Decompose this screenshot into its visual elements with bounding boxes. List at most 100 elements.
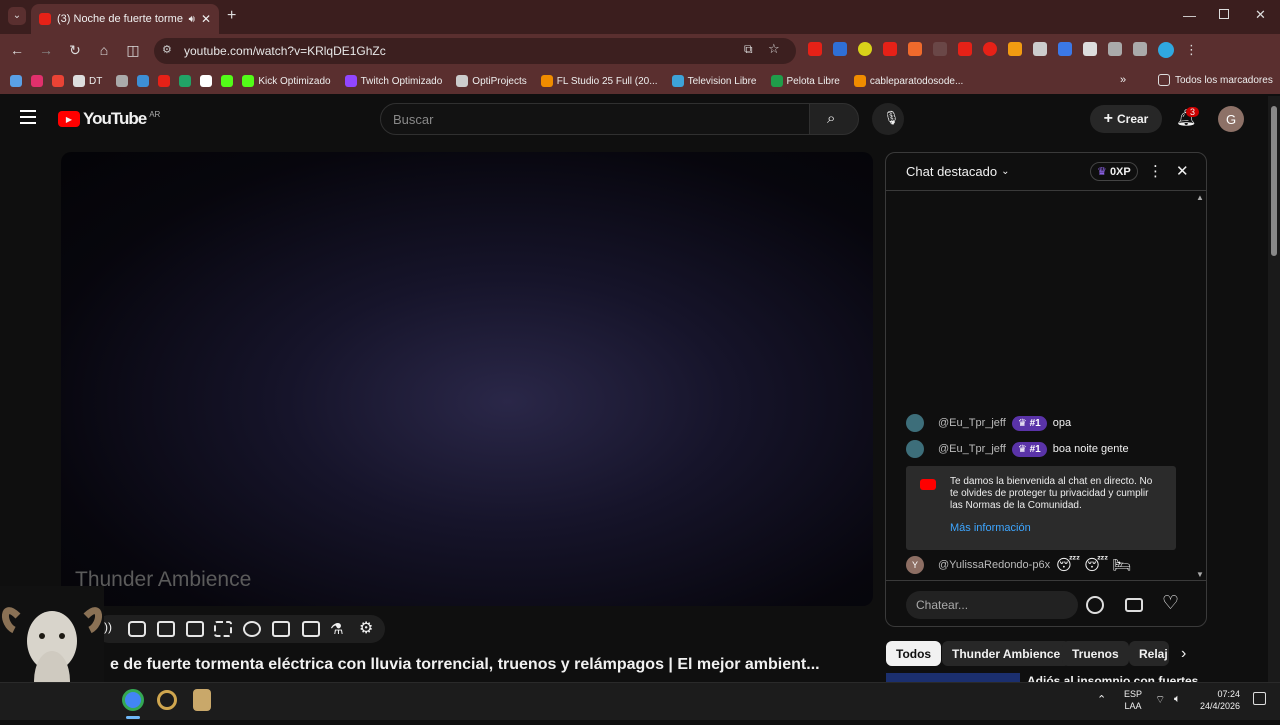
more-info-link[interactable]: Más información <box>950 522 1031 534</box>
bookmark-item[interactable] <box>116 75 129 87</box>
maximize-icon[interactable] <box>1219 9 1229 19</box>
language-indicator[interactable]: ESP LAA <box>1124 688 1142 712</box>
extension-icon[interactable] <box>983 42 997 56</box>
extension-icon[interactable] <box>933 42 947 56</box>
reload-icon[interactable]: ↻ <box>66 41 84 59</box>
next-video-title[interactable]: Adiós al insomnio con fuertes <box>1027 673 1198 682</box>
chrome-app-icon[interactable] <box>122 689 144 711</box>
extension-icon[interactable] <box>1033 42 1047 56</box>
browser-tab[interactable]: (3) Noche de fuerte tormen 🔊︎ ✕ <box>31 4 219 34</box>
extension-icon[interactable] <box>1008 42 1022 56</box>
chip-truenos[interactable]: Truenos <box>1062 641 1129 666</box>
cast-icon[interactable]: ⧉ <box>744 42 753 57</box>
menu-icon[interactable] <box>20 110 36 124</box>
bookmark-item[interactable]: DT <box>73 75 102 87</box>
site-info-icon[interactable]: ⚙ <box>162 43 172 56</box>
media-icon[interactable] <box>1133 42 1147 56</box>
bookmark-item[interactable] <box>137 75 150 87</box>
fullscreen-icon[interactable] <box>214 621 232 637</box>
video-player[interactable]: Thunder Ambience <box>61 152 873 606</box>
create-button[interactable]: + Crear <box>1090 105 1162 133</box>
bookmark-item[interactable]: Television Libre <box>671 75 757 87</box>
chat-author[interactable]: @Eu_Tpr_jeff <box>938 417 1006 429</box>
theater-icon[interactable] <box>157 621 175 637</box>
scroll-down-icon[interactable]: ▼ <box>1196 570 1204 579</box>
search-input[interactable]: Buscar <box>380 103 810 135</box>
bookmark-item[interactable]: OptiProjects <box>456 75 527 87</box>
miniplayer-icon[interactable] <box>186 621 204 637</box>
bookmark-item[interactable]: Twitch Optimizado <box>344 75 442 87</box>
xp-badge[interactable]: ♛ 0XP <box>1090 162 1138 181</box>
minimize-icon[interactable]: — <box>1183 8 1196 23</box>
tab-search-icon[interactable]: ⌄ <box>8 7 26 25</box>
scrollbar-thumb[interactable] <box>1271 106 1277 256</box>
bookmark-item[interactable]: cableparatodosode... <box>853 75 963 87</box>
close-window-icon[interactable]: ✕ <box>1255 7 1266 23</box>
bookmark-item[interactable]: Pelota Libre <box>770 75 840 87</box>
flask-icon[interactable]: ⚗ <box>330 620 343 638</box>
video-thumbnail[interactable] <box>886 673 1020 682</box>
close-chat-icon[interactable]: ✕ <box>1176 162 1189 180</box>
more-bookmarks-icon[interactable]: » <box>1120 74 1126 86</box>
voice-search-button[interactable]: 🎙︎ <box>872 103 904 135</box>
tab-close-icon[interactable]: ✕ <box>201 12 211 26</box>
bookmark-item[interactable]: FL Studio 25 Full (20... <box>540 75 658 87</box>
home-icon[interactable]: ⌂ <box>95 41 113 59</box>
wifi-icon[interactable]: ⌔ <box>1155 693 1165 707</box>
settings-gear-icon[interactable]: ⚙ <box>359 618 373 638</box>
forward-icon[interactable]: → <box>37 41 55 59</box>
chat-input[interactable]: Chatear... <box>906 591 1078 619</box>
speaker-icon[interactable]: 🔊︎ <box>189 14 195 25</box>
bookmark-item[interactable] <box>10 75 22 87</box>
bookmark-item[interactable] <box>200 75 213 87</box>
league-app-icon[interactable] <box>193 689 211 711</box>
bookmark-item[interactable] <box>31 75 43 87</box>
bookmark-item[interactable] <box>179 75 192 87</box>
address-bar[interactable]: ⚙ youtube.com/watch?v=KRlqDE1GhZc ⧉ ☆ <box>154 38 796 64</box>
bookmark-item[interactable]: Kick Optimizado <box>242 75 331 87</box>
shield-icon[interactable] <box>1083 42 1097 56</box>
split-view-icon[interactable]: ◫ <box>124 41 142 59</box>
extension-icon[interactable] <box>883 42 897 56</box>
add-icon[interactable] <box>272 621 290 637</box>
all-bookmarks-button[interactable]: Todos los marcadores <box>1158 74 1273 86</box>
bookmark-item[interactable] <box>52 75 64 87</box>
extension-icon[interactable] <box>908 42 922 56</box>
new-tab-icon[interactable]: + <box>227 7 236 25</box>
extension-icon[interactable] <box>858 42 872 56</box>
emoji-icon[interactable] <box>1086 596 1104 614</box>
scroll-up-icon[interactable]: ▲ <box>1196 193 1204 202</box>
audio-wave-icon[interactable]: )) <box>104 620 112 634</box>
clock[interactable]: 07:24 24/4/2026 <box>1200 688 1240 712</box>
chip-relaj[interactable]: Relaj <box>1129 641 1169 666</box>
puzzle-icon[interactable] <box>1108 42 1122 56</box>
extension-icon[interactable] <box>1058 42 1072 56</box>
chat-author[interactable]: @Eu_Tpr_jeff <box>938 443 1006 455</box>
profile-icon[interactable] <box>1158 42 1174 58</box>
extension-icon[interactable] <box>808 42 822 56</box>
extension-icon[interactable] <box>833 42 847 56</box>
chat-menu-icon[interactable]: ⋮ <box>1148 162 1163 180</box>
tray-chevron-icon[interactable]: ⌃ <box>1097 693 1106 706</box>
heart-icon[interactable]: ♡ <box>1162 592 1179 615</box>
chat-mode-dropdown[interactable]: Chat destacado ⌄ <box>906 164 1009 179</box>
avatar[interactable]: G <box>1218 106 1244 132</box>
volume-icon[interactable]: 🔈︎ <box>1174 693 1181 706</box>
screenshot-icon[interactable] <box>302 621 320 637</box>
youtube-logo[interactable]: ▶ YouTube AR <box>58 109 160 129</box>
page-scrollbar[interactable] <box>1268 96 1280 682</box>
back-icon[interactable]: ← <box>8 41 26 59</box>
search-button[interactable]: ⌕ <box>809 103 859 135</box>
bookmark-item[interactable] <box>158 75 171 87</box>
chevron-right-icon[interactable]: › <box>1181 645 1186 663</box>
menu-dots-icon[interactable]: ⋮ <box>1185 42 1198 58</box>
chip-todos[interactable]: Todos <box>886 641 942 666</box>
speed-icon[interactable] <box>243 621 261 637</box>
extension-icon[interactable] <box>958 42 972 56</box>
super-chat-icon[interactable] <box>1125 598 1143 612</box>
notification-center-icon[interactable] <box>1253 692 1266 705</box>
bookmark-star-icon[interactable]: ☆ <box>768 41 780 57</box>
eye-icon[interactable] <box>128 621 146 637</box>
bookmark-item[interactable] <box>221 75 234 87</box>
obs-app-icon[interactable] <box>157 690 177 710</box>
